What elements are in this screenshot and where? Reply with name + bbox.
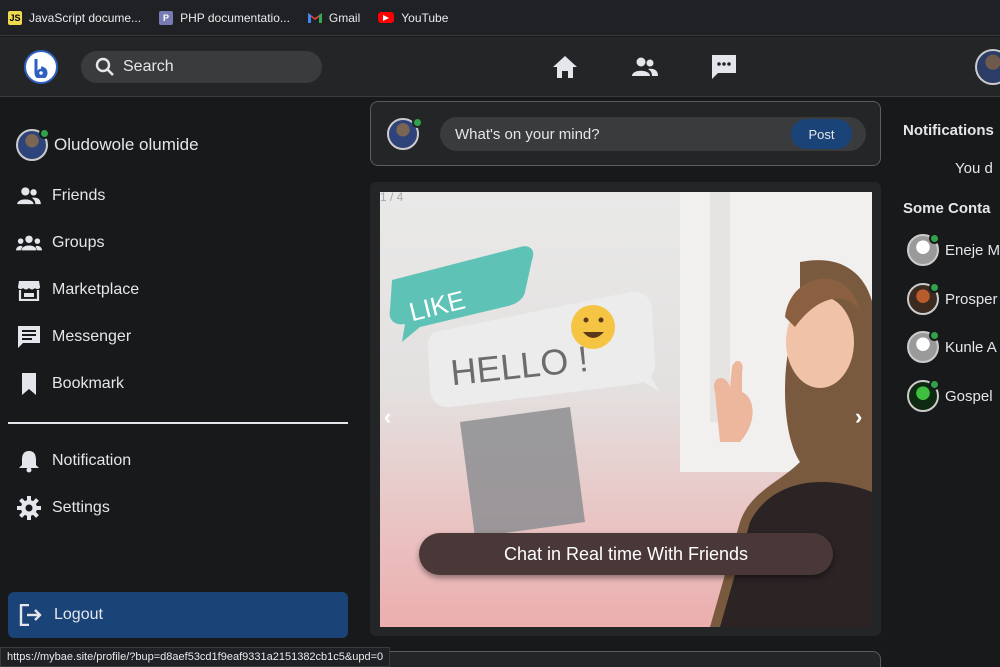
- profile-name: Oludowole olumide: [54, 135, 199, 154]
- sidebar-item-label: Messenger: [52, 328, 132, 345]
- message-icon: [18, 326, 40, 348]
- left-sidebar: Oludowole olumide Friends Groups Marketp…: [0, 98, 360, 667]
- sidebar-item-label: Marketplace: [52, 281, 140, 298]
- sidebar-item-label: Bookmark: [52, 375, 125, 392]
- search-input[interactable]: [123, 58, 303, 76]
- online-indicator: [929, 233, 940, 244]
- bookmark-youtube[interactable]: YouTube: [378, 11, 448, 25]
- avatar: [907, 330, 940, 363]
- bell-icon: [19, 451, 39, 473]
- status-url: https://mybae.site/profile/?bup=d8aef53c…: [7, 651, 384, 663]
- sidebar-item-label: Settings: [52, 499, 110, 516]
- sidebar-item-marketplace[interactable]: Marketplace: [16, 275, 139, 305]
- messenger-icon: [712, 55, 736, 79]
- slide-caption-text: Chat in Real time With Friends: [503, 543, 749, 564]
- friends-icon: [17, 187, 41, 205]
- post-button[interactable]: Post: [791, 119, 852, 149]
- avatar: [907, 233, 940, 266]
- contact-item[interactable]: Kunle A: [907, 330, 997, 363]
- next-post-card: [370, 651, 881, 667]
- bookmark-icon: [22, 373, 36, 395]
- logo-b-icon: [34, 59, 48, 78]
- logout-button[interactable]: Logout: [8, 592, 348, 638]
- carousel-prev-button[interactable]: ‹: [384, 404, 391, 430]
- sidebar-profile[interactable]: Oludowole olumide: [16, 128, 199, 161]
- groups-icon: [16, 235, 42, 251]
- nav-home[interactable]: [549, 51, 581, 83]
- bookmark-label: Gmail: [328, 10, 361, 25]
- php-doc-icon: P: [159, 10, 174, 25]
- contact-item[interactable]: Eneje M: [907, 233, 1000, 266]
- logout-icon: [19, 604, 42, 626]
- notifications-title: Notifications: [903, 122, 994, 139]
- sidebar-item-bookmark[interactable]: Bookmark: [16, 369, 124, 399]
- avatar: [387, 117, 423, 150]
- contact-item[interactable]: Gospel: [907, 379, 993, 412]
- online-indicator: [929, 379, 940, 390]
- sidebar-item-label: Friends: [52, 187, 106, 204]
- status-placeholder: What's on your mind?: [455, 125, 600, 143]
- contact-item[interactable]: Prosper: [907, 282, 998, 315]
- bookmark-label: YouTube: [401, 10, 449, 25]
- search-bar[interactable]: [81, 51, 322, 83]
- sidebar-item-notification[interactable]: Notification: [16, 446, 131, 476]
- sidebar-item-settings[interactable]: Settings: [16, 493, 110, 523]
- carousel-next-button[interactable]: ›: [855, 404, 862, 430]
- youtube-icon: [378, 12, 395, 23]
- bookmark-label: JavaScript docume...: [29, 10, 142, 25]
- avatar: [907, 282, 940, 315]
- top-navigation: [0, 37, 1000, 97]
- sidebar-item-messenger[interactable]: Messenger: [16, 322, 131, 352]
- gmail-icon: [307, 11, 322, 25]
- gear-icon: [17, 496, 41, 520]
- sidebar-item-friends[interactable]: Friends: [16, 181, 105, 211]
- notifications-text: You d: [955, 160, 993, 177]
- home-icon: [553, 56, 577, 78]
- store-icon: [18, 281, 40, 301]
- browser-status-bar: https://mybae.site/profile/?bup=d8aef53c…: [0, 647, 391, 667]
- bookmark-gmail[interactable]: Gmail: [307, 10, 361, 25]
- js-doc-icon: JS: [8, 10, 22, 25]
- app-logo[interactable]: [24, 50, 58, 84]
- bookmark-php[interactable]: P PHP documentatio...: [159, 10, 290, 25]
- avatar: [907, 379, 940, 412]
- contacts-title: Some Conta: [903, 200, 991, 217]
- sidebar-divider: [8, 422, 348, 424]
- nav-profile-avatar[interactable]: [975, 49, 1000, 85]
- sidebar-item-label: Notification: [52, 452, 132, 469]
- nav-friends[interactable]: [629, 51, 661, 83]
- slide-counter: 1 / 4: [380, 190, 404, 204]
- online-indicator: [412, 117, 423, 128]
- status-input[interactable]: What's on your mind? Post: [440, 117, 866, 151]
- online-indicator: [39, 128, 50, 139]
- slide-caption: Chat in Real time With Friends: [419, 533, 833, 575]
- bookmarks-bar: JS JavaScript docume... P PHP documentat…: [0, 0, 1000, 36]
- contact-name: Kunle A: [945, 338, 997, 356]
- search-icon: [95, 57, 114, 76]
- nav-messenger[interactable]: [708, 51, 740, 83]
- friends-icon: [632, 57, 658, 76]
- bookmark-javascript[interactable]: JS JavaScript docume...: [8, 10, 142, 25]
- avatar: [16, 128, 50, 161]
- contact-name: Gospel: [945, 387, 993, 405]
- sidebar-item-groups[interactable]: Groups: [16, 228, 104, 258]
- bookmark-label: PHP documentatio...: [180, 10, 290, 25]
- online-indicator: [929, 282, 940, 293]
- sidebar-item-label: Groups: [52, 234, 105, 251]
- post-composer: What's on your mind? Post: [370, 101, 881, 166]
- contact-name: Eneje M: [945, 241, 1000, 259]
- contact-name: Prosper: [945, 290, 998, 308]
- online-indicator: [929, 330, 940, 341]
- logout-label: Logout: [54, 606, 103, 623]
